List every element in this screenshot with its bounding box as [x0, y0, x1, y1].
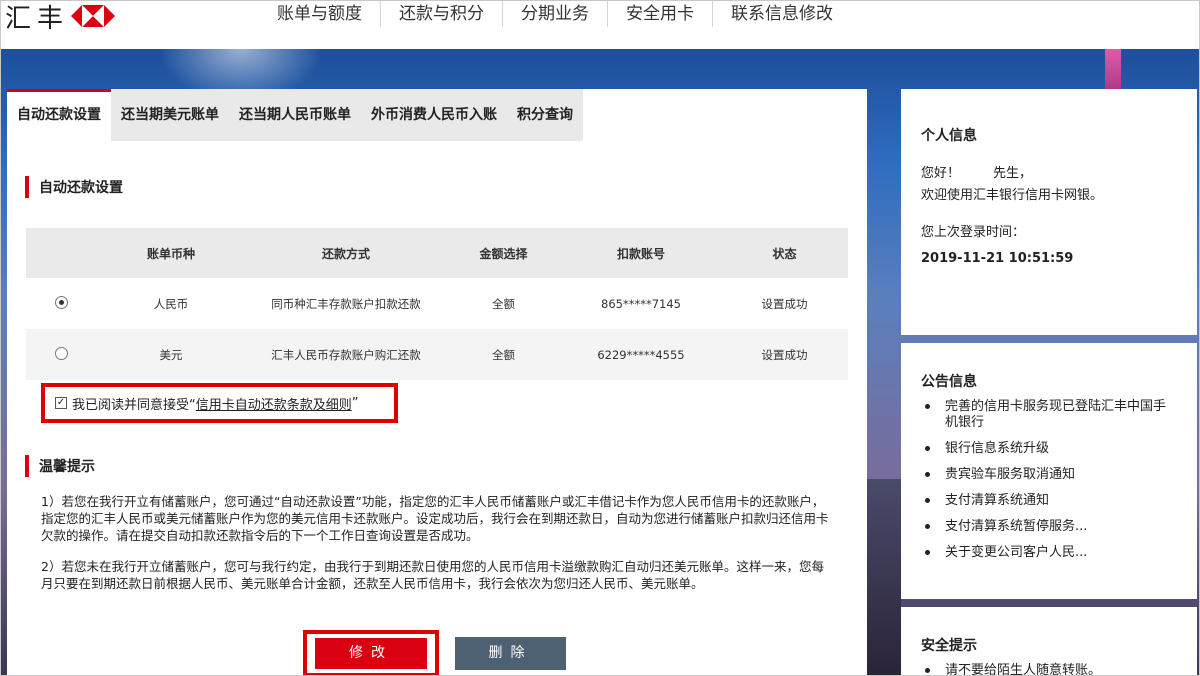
cell-currency: 美元: [159, 347, 183, 362]
welcome-text: 欢迎使用汇丰银行信用卡网银。: [921, 188, 1104, 203]
modify-button[interactable]: 修改: [315, 638, 427, 669]
autopay-section-heading: 自动还款设置: [25, 176, 123, 198]
autopay-table: 账单币种 还款方式 金额选择 扣款账号 状态 人民币 同币种汇丰存款账户扣款还款…: [26, 228, 848, 380]
heading-accent-bar: [25, 455, 29, 477]
security-title: 安全提示: [921, 638, 977, 654]
nav-card-security[interactable]: 安全用卡: [608, 1, 713, 27]
heading-accent-bar: [25, 176, 29, 198]
notice-list: 完善的信用卡服务现已登陆汇丰中国手机银行 银行信息系统升级 贵宾验车服务取消通知…: [921, 399, 1177, 561]
cell-currency: 人民币: [153, 296, 189, 311]
nav-installments[interactable]: 分期业务: [503, 1, 608, 27]
notice-item[interactable]: 完善的信用卡服务现已登陆汇丰中国手机银行: [921, 399, 1177, 431]
main-nav: 账单与额度 还款与积分 分期业务 安全用卡 联系信息修改: [259, 1, 851, 27]
notice-title: 公告信息: [921, 374, 977, 390]
row-radio[interactable]: [54, 346, 68, 360]
cell-account: 6229*****4555: [597, 347, 685, 362]
table-row[interactable]: 美元 汇丰人民币存款账户购汇还款 全额 6229*****4555 设置成功: [26, 329, 848, 380]
cell-status: 设置成功: [761, 347, 808, 362]
cell-account: 865*****7145: [601, 296, 681, 311]
tab-autopay-settings[interactable]: 自动还款设置: [7, 89, 111, 141]
notice-card: 公告信息 完善的信用卡服务现已登陆汇丰中国手机银行 银行信息系统升级 贵宾验车服…: [901, 343, 1197, 599]
top-navigation-bar: 汇丰 账单与额度 还款与积分 分期业务 安全用卡 联系信息修改: [1, 1, 1199, 49]
header-account: 扣款账号: [616, 246, 665, 261]
tab-repay-rmb[interactable]: 还当期人民币账单: [229, 89, 361, 141]
hsbc-logo[interactable]: 汇丰: [5, 1, 116, 34]
notice-item[interactable]: 关于变更公司客户人民...: [921, 545, 1177, 561]
modify-button-highlight: 修改: [303, 630, 439, 675]
page-frame: 汇丰 账单与额度 还款与积分 分期业务 安全用卡 联系信息修改 自动还款设置 还…: [0, 0, 1200, 676]
notice-item[interactable]: 支付清算系统通知: [921, 493, 1177, 509]
cell-method: 同币种汇丰存款账户扣款还款: [271, 296, 421, 311]
city-skyline-decoration: [867, 479, 901, 675]
last-login-label: 您上次登录时间：: [921, 225, 1026, 240]
header-method: 还款方式: [321, 246, 370, 261]
greeting-text: 您好！ 先生，: [921, 166, 1033, 181]
action-buttons: 修改 删除: [303, 630, 566, 675]
security-list: 请不要给陌生人随意转账。: [921, 663, 1177, 675]
notice-item[interactable]: 支付清算系统暂停服务...: [921, 519, 1177, 535]
terms-agreement-box: ✓ 我已阅读并同意接受“ 信用卡自动还款条款及细则”: [41, 383, 398, 423]
table-header: 账单币种 还款方式 金额选择 扣款账号 状态: [26, 228, 848, 278]
terms-prefix: 我已阅读并同意接受“: [72, 397, 196, 413]
tips-section-heading: 温馨提示: [25, 455, 95, 477]
security-card: 安全提示 请不要给陌生人随意转账。: [901, 607, 1197, 675]
table-row[interactable]: 人民币 同币种汇丰存款账户扣款还款 全额 865*****7145 设置成功: [26, 278, 848, 329]
main-panel: 自动还款设置 还当期美元账单 还当期人民币账单 外币消费人民币入账 积分查询 自…: [7, 89, 867, 675]
nav-repay-points[interactable]: 还款与积分: [381, 1, 503, 27]
hsbc-hexagon-icon: [71, 5, 116, 27]
notice-item[interactable]: 贵宾验车服务取消通知: [921, 467, 1177, 483]
cell-method: 汇丰人民币存款账户购汇还款: [271, 347, 421, 362]
tab-repay-usd[interactable]: 还当期美元账单: [111, 89, 229, 141]
tab-foreign-to-rmb[interactable]: 外币消费人民币入账: [361, 89, 507, 141]
terms-link[interactable]: 信用卡自动还款条款及细则: [196, 394, 352, 413]
tip-paragraph-1: 1）若您在我行开立有储蓄账户，您可通过“自动还款设置”功能，指定您的汇丰人民币储…: [41, 494, 829, 543]
cell-status: 设置成功: [761, 296, 808, 311]
tips-section-title: 温馨提示: [39, 459, 95, 475]
last-login-time: 2019-11-21 10:51:59: [921, 251, 1074, 266]
header-status: 状态: [772, 246, 797, 261]
security-item[interactable]: 请不要给陌生人随意转账。: [921, 663, 1177, 675]
tower-light-decoration: [1105, 49, 1121, 93]
autopay-section-title: 自动还款设置: [39, 180, 123, 196]
personal-info-title: 个人信息: [921, 128, 977, 144]
terms-suffix: ”: [351, 395, 359, 411]
terms-checkbox[interactable]: ✓: [55, 397, 67, 409]
delete-button[interactable]: 删除: [455, 637, 566, 670]
cell-amount: 全额: [492, 296, 515, 311]
cell-amount: 全额: [492, 347, 515, 362]
header-currency: 账单币种: [146, 246, 195, 261]
nav-bills-limits[interactable]: 账单与额度: [259, 1, 381, 27]
tab-bar: 自动还款设置 还当期美元账单 还当期人民币账单 外币消费人民币入账 积分查询: [7, 89, 583, 141]
notice-item[interactable]: 银行信息系统升级: [921, 441, 1177, 457]
nav-contact-update[interactable]: 联系信息修改: [713, 1, 851, 27]
row-radio-selected[interactable]: [54, 295, 68, 309]
personal-info-card: 个人信息 您好！ 先生， 欢迎使用汇丰银行信用卡网银。 您上次登录时间： 201…: [901, 89, 1197, 335]
tab-points-query[interactable]: 积分查询: [507, 89, 583, 141]
tip-paragraph-2: 2）若您未在我行开立储蓄账户，您可与我行约定，由我行于到期还款日使用您的人民币信…: [41, 559, 824, 591]
brand-name: 汇丰: [5, 3, 70, 34]
header-amount: 金额选择: [479, 246, 528, 261]
